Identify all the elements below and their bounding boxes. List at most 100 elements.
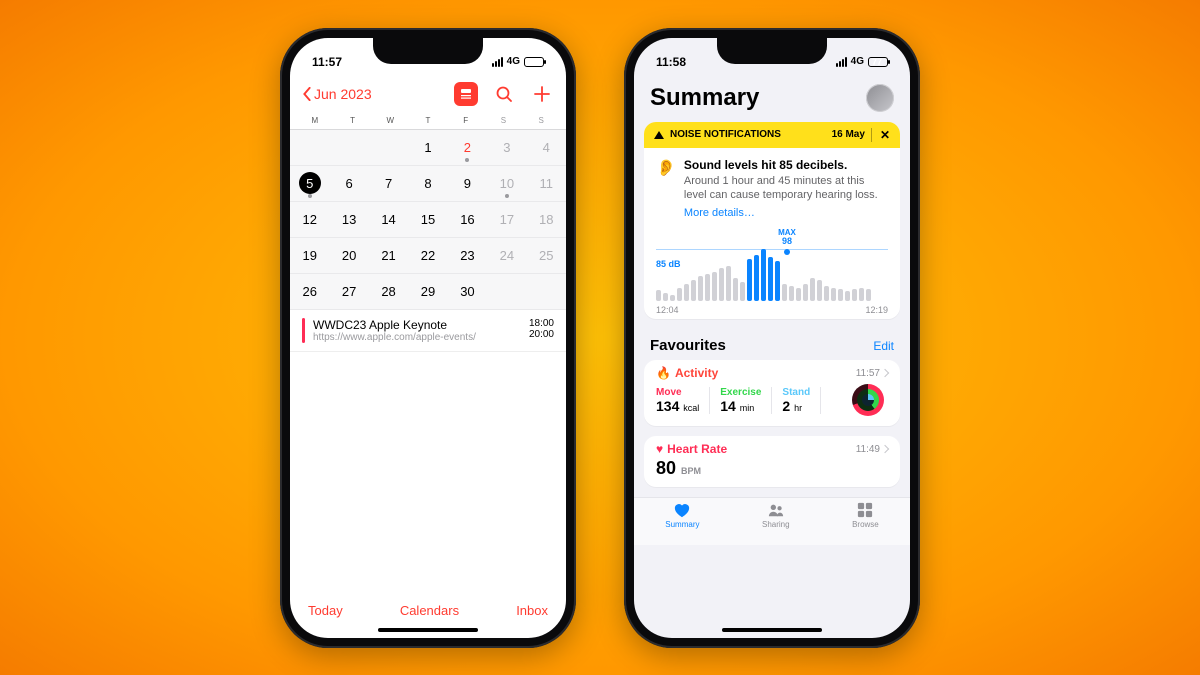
calendar-day[interactable] bbox=[527, 274, 566, 310]
favourites-title: Favourites bbox=[650, 337, 726, 354]
noise-body-text: Around 1 hour and 45 minutes at this lev… bbox=[684, 174, 888, 204]
noise-headline: Sound levels hit 85 decibels. bbox=[684, 158, 888, 172]
calendar-day[interactable] bbox=[329, 130, 368, 166]
more-details-link[interactable]: More details… bbox=[684, 207, 888, 219]
event-end-time: 20:00 bbox=[529, 329, 554, 340]
calendar-day[interactable]: 27 bbox=[329, 274, 368, 310]
event-subtitle: https://www.apple.com/apple-events/ bbox=[313, 332, 521, 343]
iphone-health: 11:58 4G 77 Summary NOISE NOTIFICATIONS … bbox=[624, 28, 920, 648]
calendar-day[interactable]: 3 bbox=[487, 130, 526, 166]
battery-icon: 77 bbox=[868, 57, 888, 67]
calendar-day[interactable]: 30 bbox=[448, 274, 487, 310]
noise-chart: 85 dB MAX 98 12:04 12:19 bbox=[656, 229, 888, 315]
heart-rate-card[interactable]: ♥ Heart Rate 11:49 80 BPM bbox=[644, 436, 900, 487]
people-icon bbox=[767, 502, 785, 518]
calendar-day[interactable]: 26 bbox=[290, 274, 329, 310]
today-button[interactable]: Today bbox=[308, 603, 343, 618]
event-color-bar bbox=[302, 318, 305, 343]
calendar-day[interactable]: 14 bbox=[369, 202, 408, 238]
view-mode-list-button[interactable] bbox=[454, 82, 478, 106]
move-label: Move bbox=[656, 387, 699, 398]
calendar-day[interactable]: 6 bbox=[329, 166, 368, 202]
noise-card[interactable]: NOISE NOTIFICATIONS 16 May ✕ 👂 Sound lev… bbox=[644, 122, 900, 320]
event-item[interactable]: WWDC23 Apple Keynote https://www.apple.c… bbox=[290, 310, 566, 352]
inbox-button[interactable]: Inbox bbox=[516, 603, 548, 618]
event-title: WWDC23 Apple Keynote bbox=[313, 318, 521, 332]
calendar-day[interactable]: 4 bbox=[527, 130, 566, 166]
tab-summary[interactable]: Summary bbox=[665, 502, 699, 529]
x-end: 12:19 bbox=[865, 305, 888, 315]
edit-favourites-button[interactable]: Edit bbox=[873, 339, 894, 353]
x-start: 12:04 bbox=[656, 305, 679, 315]
ear-icon: 👂 bbox=[656, 158, 676, 220]
search-icon bbox=[495, 85, 513, 103]
calendar-day[interactable]: 5 bbox=[290, 166, 329, 202]
calendar-day[interactable]: 19 bbox=[290, 238, 329, 274]
max-label: MAX 98 bbox=[774, 229, 800, 246]
status-time: 11:57 bbox=[312, 55, 342, 69]
calendar-day[interactable]: 8 bbox=[408, 166, 447, 202]
grid-icon bbox=[856, 502, 874, 518]
noise-banner-label: NOISE NOTIFICATIONS bbox=[670, 129, 781, 140]
calendar-grid: 1234567891011121314151617181920212223242… bbox=[290, 130, 566, 310]
calendar-day[interactable]: 25 bbox=[527, 238, 566, 274]
activity-time: 11:57 bbox=[856, 368, 888, 379]
calendar-day[interactable]: 9 bbox=[448, 166, 487, 202]
exercise-value: 14 min bbox=[720, 398, 761, 414]
calendar-day[interactable]: 1 bbox=[408, 130, 447, 166]
calendar-day[interactable]: 7 bbox=[369, 166, 408, 202]
calendar-day[interactable]: 2 bbox=[448, 130, 487, 166]
chevron-right-icon bbox=[881, 369, 889, 377]
tab-sharing[interactable]: Sharing bbox=[762, 502, 790, 529]
home-indicator[interactable] bbox=[378, 628, 478, 632]
activity-label: 🔥 Activity bbox=[656, 366, 718, 380]
calendar-day[interactable]: 13 bbox=[329, 202, 368, 238]
calendar-day[interactable]: 15 bbox=[408, 202, 447, 238]
plus-icon bbox=[533, 85, 551, 103]
network-label: 4G bbox=[507, 56, 520, 67]
chevron-right-icon bbox=[881, 445, 889, 453]
calendar-day[interactable] bbox=[369, 130, 408, 166]
calendar-day[interactable]: 24 bbox=[487, 238, 526, 274]
notch bbox=[717, 38, 827, 64]
stand-value: 2 hr bbox=[782, 398, 810, 414]
profile-avatar[interactable] bbox=[866, 84, 894, 112]
flame-icon: 🔥 bbox=[656, 366, 671, 380]
calendar-nav: Jun 2023 bbox=[290, 78, 566, 114]
calendar-day[interactable]: 12 bbox=[290, 202, 329, 238]
calendar-day[interactable]: 20 bbox=[329, 238, 368, 274]
calendar-day[interactable]: 28 bbox=[369, 274, 408, 310]
heart-icon: ♥ bbox=[656, 442, 663, 456]
calendar-day[interactable]: 17 bbox=[487, 202, 526, 238]
calendar-day[interactable]: 10 bbox=[487, 166, 526, 202]
activity-card[interactable]: 🔥 Activity 11:57 Move 134 kcal Exercise … bbox=[644, 360, 900, 426]
heart-icon bbox=[673, 502, 691, 518]
tab-browse[interactable]: Browse bbox=[852, 502, 879, 529]
calendar-day[interactable]: 23 bbox=[448, 238, 487, 274]
home-indicator[interactable] bbox=[722, 628, 822, 632]
calendar-day[interactable] bbox=[290, 130, 329, 166]
heart-rate-time: 11:49 bbox=[856, 444, 888, 455]
iphone-calendar: 11:57 4G 78 Jun 2023 bbox=[280, 28, 576, 648]
calendar-day[interactable] bbox=[487, 274, 526, 310]
signal-icon bbox=[492, 57, 503, 67]
notch bbox=[373, 38, 483, 64]
add-event-button[interactable] bbox=[530, 82, 554, 106]
calendar-day[interactable]: 16 bbox=[448, 202, 487, 238]
back-month-label: Jun 2023 bbox=[314, 86, 372, 102]
status-time: 11:58 bbox=[656, 55, 686, 69]
calendar-day[interactable]: 18 bbox=[527, 202, 566, 238]
day-of-week-header: MTWTFSS bbox=[290, 114, 566, 130]
search-button[interactable] bbox=[492, 82, 516, 106]
move-value: 134 kcal bbox=[656, 398, 699, 414]
calendars-button[interactable]: Calendars bbox=[400, 603, 459, 618]
calendar-day[interactable]: 11 bbox=[527, 166, 566, 202]
chevron-left-icon bbox=[302, 87, 312, 101]
heart-rate-value: 80 BPM bbox=[644, 458, 900, 487]
noise-banner-date: 16 May bbox=[832, 129, 865, 140]
calendar-day[interactable]: 29 bbox=[408, 274, 447, 310]
calendar-day[interactable]: 21 bbox=[369, 238, 408, 274]
close-banner-button[interactable]: ✕ bbox=[871, 128, 890, 142]
back-month-button[interactable]: Jun 2023 bbox=[302, 86, 372, 102]
calendar-day[interactable]: 22 bbox=[408, 238, 447, 274]
